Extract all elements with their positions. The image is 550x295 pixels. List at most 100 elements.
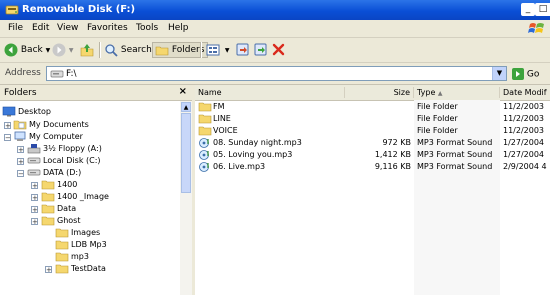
folders-icon [155,46,169,55]
folders-pane: Folders × Desktop + My Documents − My Co… [0,85,195,295]
toolbar-separator [200,42,202,58]
column-headers: Name Size Type ▲ Date Modif [195,85,550,101]
my-computer-icon [14,131,26,141]
window-title: Removable Disk (F:) [22,4,136,15]
folder-icon [55,264,69,274]
file-row[interactable]: LINE File Folder 11/2/2003 [195,113,550,125]
tree-item-local-disk-c[interactable]: Local Disk (C:) [27,155,101,167]
folders-pane-title: Folders [4,88,37,98]
tree-item-folder[interactable]: TestData [55,263,106,275]
menu-file[interactable]: File [8,23,23,33]
folder-icon [198,102,212,112]
drive-icon [27,169,41,176]
folder-icon [198,114,212,124]
address-bar: Address F:\ ▼ Go [0,63,550,85]
go-label: Go [526,69,540,80]
collapse-toggle[interactable]: − [4,134,11,142]
go-arrow-icon [512,68,524,80]
back-arrow-icon [4,43,18,56]
column-size-header[interactable]: Size [345,87,414,98]
mp3-icon [199,138,209,148]
folder-icon [198,126,212,136]
scroll-up-button[interactable]: ▲ [181,102,191,112]
expand-toggle[interactable]: + [31,182,38,190]
copy-to-button[interactable] [254,42,267,58]
search-icon [105,43,118,57]
expand-toggle[interactable]: + [31,194,38,202]
search-label: Search [120,45,152,55]
column-name-header[interactable]: Name [195,87,345,98]
up-folder-button[interactable] [80,42,94,58]
folder-icon [41,180,55,190]
close-folders-pane-button[interactable]: × [179,86,187,97]
windows-logo-icon [528,23,544,33]
tree-item-my-computer[interactable]: My Computer [13,131,83,143]
file-list-pane: Name Size Type ▲ Date Modif FM File Fold… [195,85,550,295]
expand-toggle[interactable]: + [45,266,52,274]
go-button[interactable]: Go [512,68,539,80]
expand-toggle[interactable]: + [17,158,24,166]
tree-item-folder[interactable]: mp3 [55,251,89,263]
file-row[interactable]: 05. Loving you.mp3 1,412 KB MP3 Format S… [195,149,550,161]
views-button[interactable]: ▼ [206,42,230,58]
file-row[interactable]: 06. Live.mp3 9,116 KB MP3 Format Sound 2… [195,161,550,173]
forward-button[interactable]: ▼ [52,42,74,58]
folder-icon [55,252,69,262]
column-date-header[interactable]: Date Modif [500,87,550,98]
explorer-window: Removable Disk (F:) _ □ File Edit View F… [0,0,550,295]
sort-ascending-icon: ▲ [437,90,443,97]
menu-bar: File Edit View Favorites Tools Help [0,20,550,38]
desktop-icon [2,106,16,117]
my-documents-icon [13,120,27,130]
address-input[interactable]: F:\ ▼ [46,66,507,81]
expand-toggle[interactable]: + [31,218,38,226]
tree-item-my-documents[interactable]: My Documents [13,119,89,131]
column-type-header[interactable]: Type ▲ [414,87,500,98]
menu-favorites[interactable]: Favorites [87,23,128,33]
minimize-button[interactable]: _ [521,3,535,16]
folders-scrollbar[interactable]: ▲ [180,101,192,295]
tree-item-folder[interactable]: Ghost [41,215,80,227]
move-to-button[interactable] [236,42,249,58]
tree-item-folder[interactable]: 1400 [41,179,77,191]
file-row[interactable]: FM File Folder 11/2/2003 [195,101,550,113]
address-dropdown-button[interactable]: ▼ [492,67,506,80]
expand-toggle[interactable]: + [4,122,11,130]
views-icon [206,44,220,55]
back-button[interactable]: Back ▼ [4,42,50,58]
address-label: Address [5,68,41,78]
tree-item-desktop[interactable]: Desktop [2,106,51,118]
maximize-button[interactable]: □ [535,3,550,16]
removable-disk-icon [5,5,19,15]
tree-item-folder[interactable]: Data [41,203,76,215]
expand-toggle[interactable]: + [31,206,38,214]
toolbar-separator [99,42,101,58]
expand-toggle[interactable]: + [17,146,24,154]
menu-tools[interactable]: Tools [136,23,158,33]
menu-edit[interactable]: Edit [32,23,49,33]
mp3-icon [199,150,209,160]
file-row[interactable]: 08. Sunday night.mp3 972 KB MP3 Format S… [195,137,550,149]
folder-icon [41,204,55,214]
folders-pane-header: Folders × [0,85,192,101]
tree-item-data-d[interactable]: DATA (D:) [27,167,81,179]
menu-view[interactable]: View [57,23,78,33]
folder-icon [41,216,55,226]
file-row[interactable]: VOICE File Folder 11/2/2003 [195,125,550,137]
mp3-icon [199,162,209,172]
tree-item-folder[interactable]: Images [55,227,100,239]
scroll-thumb[interactable] [181,113,191,193]
search-button[interactable]: Search [104,42,152,58]
tree-item-floppy[interactable]: 3½ Floppy (A:) [27,143,102,155]
menu-help[interactable]: Help [168,23,189,33]
address-value: F:\ [66,69,77,79]
tree-item-folder[interactable]: LDB Mp3 [55,239,107,251]
folder-icon [41,192,55,202]
delete-icon [272,43,285,56]
tree-item-folder[interactable]: 1400 _Image [41,191,109,203]
delete-button[interactable] [272,42,285,58]
title-bar[interactable]: Removable Disk (F:) _ □ [0,0,550,20]
drive-icon [50,70,64,78]
copy-to-icon [254,43,267,56]
collapse-toggle[interactable]: − [17,170,24,178]
